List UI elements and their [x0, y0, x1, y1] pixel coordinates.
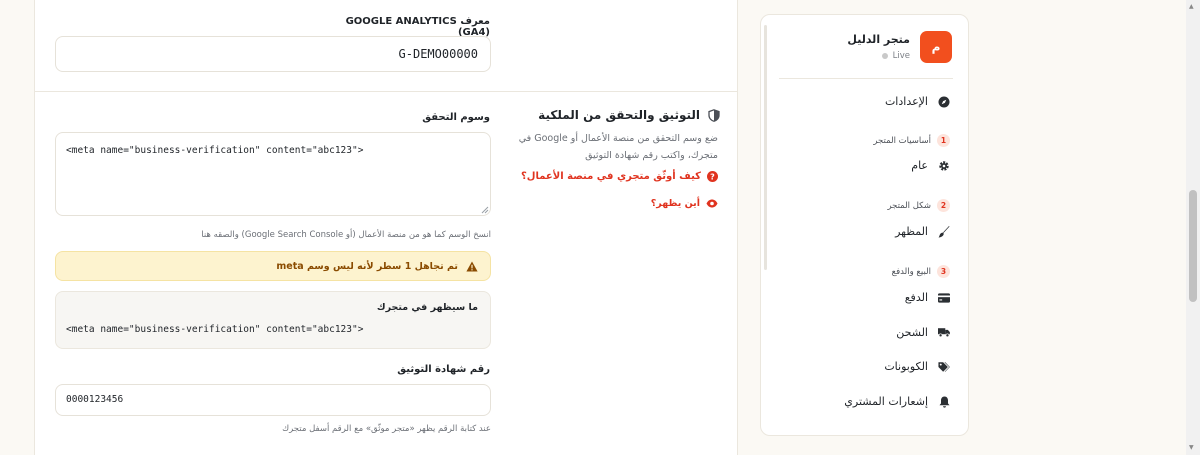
store-name: متجر الدليل: [847, 33, 910, 46]
preview-title: ما سيظهر في متجرك: [376, 302, 478, 313]
verification-tags-label: وسوم التحقق: [422, 112, 490, 123]
verification-title-text: التوثيق والتحقق من الملكية: [538, 108, 700, 122]
certificate-number-input[interactable]: 0000123456: [55, 384, 491, 416]
sidebar-item-label: الإعدادات: [884, 95, 928, 108]
sidebar-divider: [779, 78, 953, 79]
sidebar-item-label: إشعارات المشتري: [844, 395, 928, 408]
status-dot-icon: [881, 53, 888, 59]
verification-tags-hint: انسخ الوسم كما هو من منصة الأعمال (أو Go…: [201, 230, 491, 240]
ignored-line-warning: تم تجاهل 1 سطر لأنه ليس وسم meta: [55, 251, 491, 281]
store-status: Live: [847, 51, 910, 61]
shield-icon: [708, 108, 720, 122]
section-divider: [35, 91, 737, 92]
group-number: 2: [937, 199, 950, 212]
store-preview-box: ما سيظهر في متجرك <meta name="business-v…: [55, 291, 491, 349]
group-store-basics: 1 أساسيات المتجر: [873, 134, 950, 147]
store-status-text: Live: [892, 51, 910, 61]
truck-icon: [938, 327, 950, 339]
help-link-text: كيف أوثّق متجري في منصة الأعمال؟: [521, 171, 701, 182]
group-sell-pay: 3 البيع والدفع: [892, 265, 950, 278]
svg-text:?: ?: [710, 172, 715, 181]
sidebar-item-shipping[interactable]: الشحن: [896, 326, 950, 339]
sidebar-scrollbar[interactable]: [764, 25, 767, 270]
sidebar-item-settings[interactable]: الإعدادات: [885, 95, 950, 108]
credit-card-icon: [938, 292, 950, 304]
sidebar-item-appearance[interactable]: المظهر: [895, 225, 950, 238]
where-link[interactable]: أين يظهر؟: [560, 198, 718, 209]
sidebar-item-general[interactable]: عام: [911, 159, 950, 172]
verification-tags-textarea[interactable]: <meta name="business-verification" conte…: [55, 132, 491, 216]
certificate-number-label: رقم شهادة التوثيق: [397, 364, 490, 375]
page-scroll-thumb[interactable]: [1189, 190, 1197, 302]
group-label: شكل المتجر: [887, 200, 931, 211]
group-label: أساسيات المتجر: [873, 135, 931, 146]
sidebar-item-label: الكوبونات: [884, 360, 928, 373]
settings-sidebar: م متجر الدليل Live الإعدادات 1 أساسيات ا…: [760, 14, 969, 436]
sidebar-item-label: المظهر: [895, 225, 928, 238]
sidebar-item-label: عام: [911, 159, 928, 172]
certificate-number-hint: عند كتابة الرقم يظهر «متجر موثّق» مع الر…: [282, 424, 491, 434]
warning-icon: [466, 261, 478, 271]
brush-icon: [938, 225, 950, 238]
scroll-up-arrow-icon[interactable]: ▲: [1189, 3, 1194, 10]
group-store-look: 2 شكل المتجر: [887, 199, 950, 212]
help-link[interactable]: ? كيف أوثّق متجري في منصة الأعمال؟: [480, 171, 718, 182]
compass-icon: [938, 96, 950, 108]
warning-text: تم تجاهل 1 سطر لأنه ليس وسم meta: [276, 260, 458, 272]
group-number: 1: [937, 134, 950, 147]
ga4-input[interactable]: G-DEMO00000: [55, 36, 491, 72]
where-link-text: أين يظهر؟: [650, 198, 700, 209]
verification-section-title: التوثيق والتحقق من الملكية: [520, 108, 720, 122]
page-scrollbar[interactable]: ▲ ▼: [1186, 0, 1200, 455]
resize-handle-icon[interactable]: [481, 206, 489, 214]
store-header: م متجر الدليل Live: [847, 31, 952, 63]
store-logo: م: [920, 31, 952, 63]
question-circle-icon: ?: [707, 171, 718, 182]
verification-description: ضع وسم التحقق من منصة الأعمال أو Google …: [518, 133, 718, 161]
gear-icon: [938, 160, 950, 172]
group-number: 3: [937, 265, 950, 278]
sidebar-item-notifications[interactable]: إشعارات المشتري: [844, 395, 950, 408]
tags-icon: [938, 361, 950, 373]
eye-icon: [706, 199, 718, 208]
bell-icon: [938, 396, 950, 408]
sidebar-item-payment[interactable]: الدفع: [905, 291, 950, 304]
sidebar-item-label: الشحن: [896, 326, 928, 339]
ga4-label: معرف GOOGLE ANALYTICS (GA4): [345, 16, 490, 38]
scroll-down-arrow-icon[interactable]: ▼: [1189, 444, 1194, 451]
sidebar-item-coupons[interactable]: الكوبونات: [884, 360, 950, 373]
preview-code: <meta name="business-verification" conte…: [66, 324, 364, 335]
group-label: البيع والدفع: [891, 266, 931, 277]
sidebar-item-label: الدفع: [904, 291, 928, 304]
